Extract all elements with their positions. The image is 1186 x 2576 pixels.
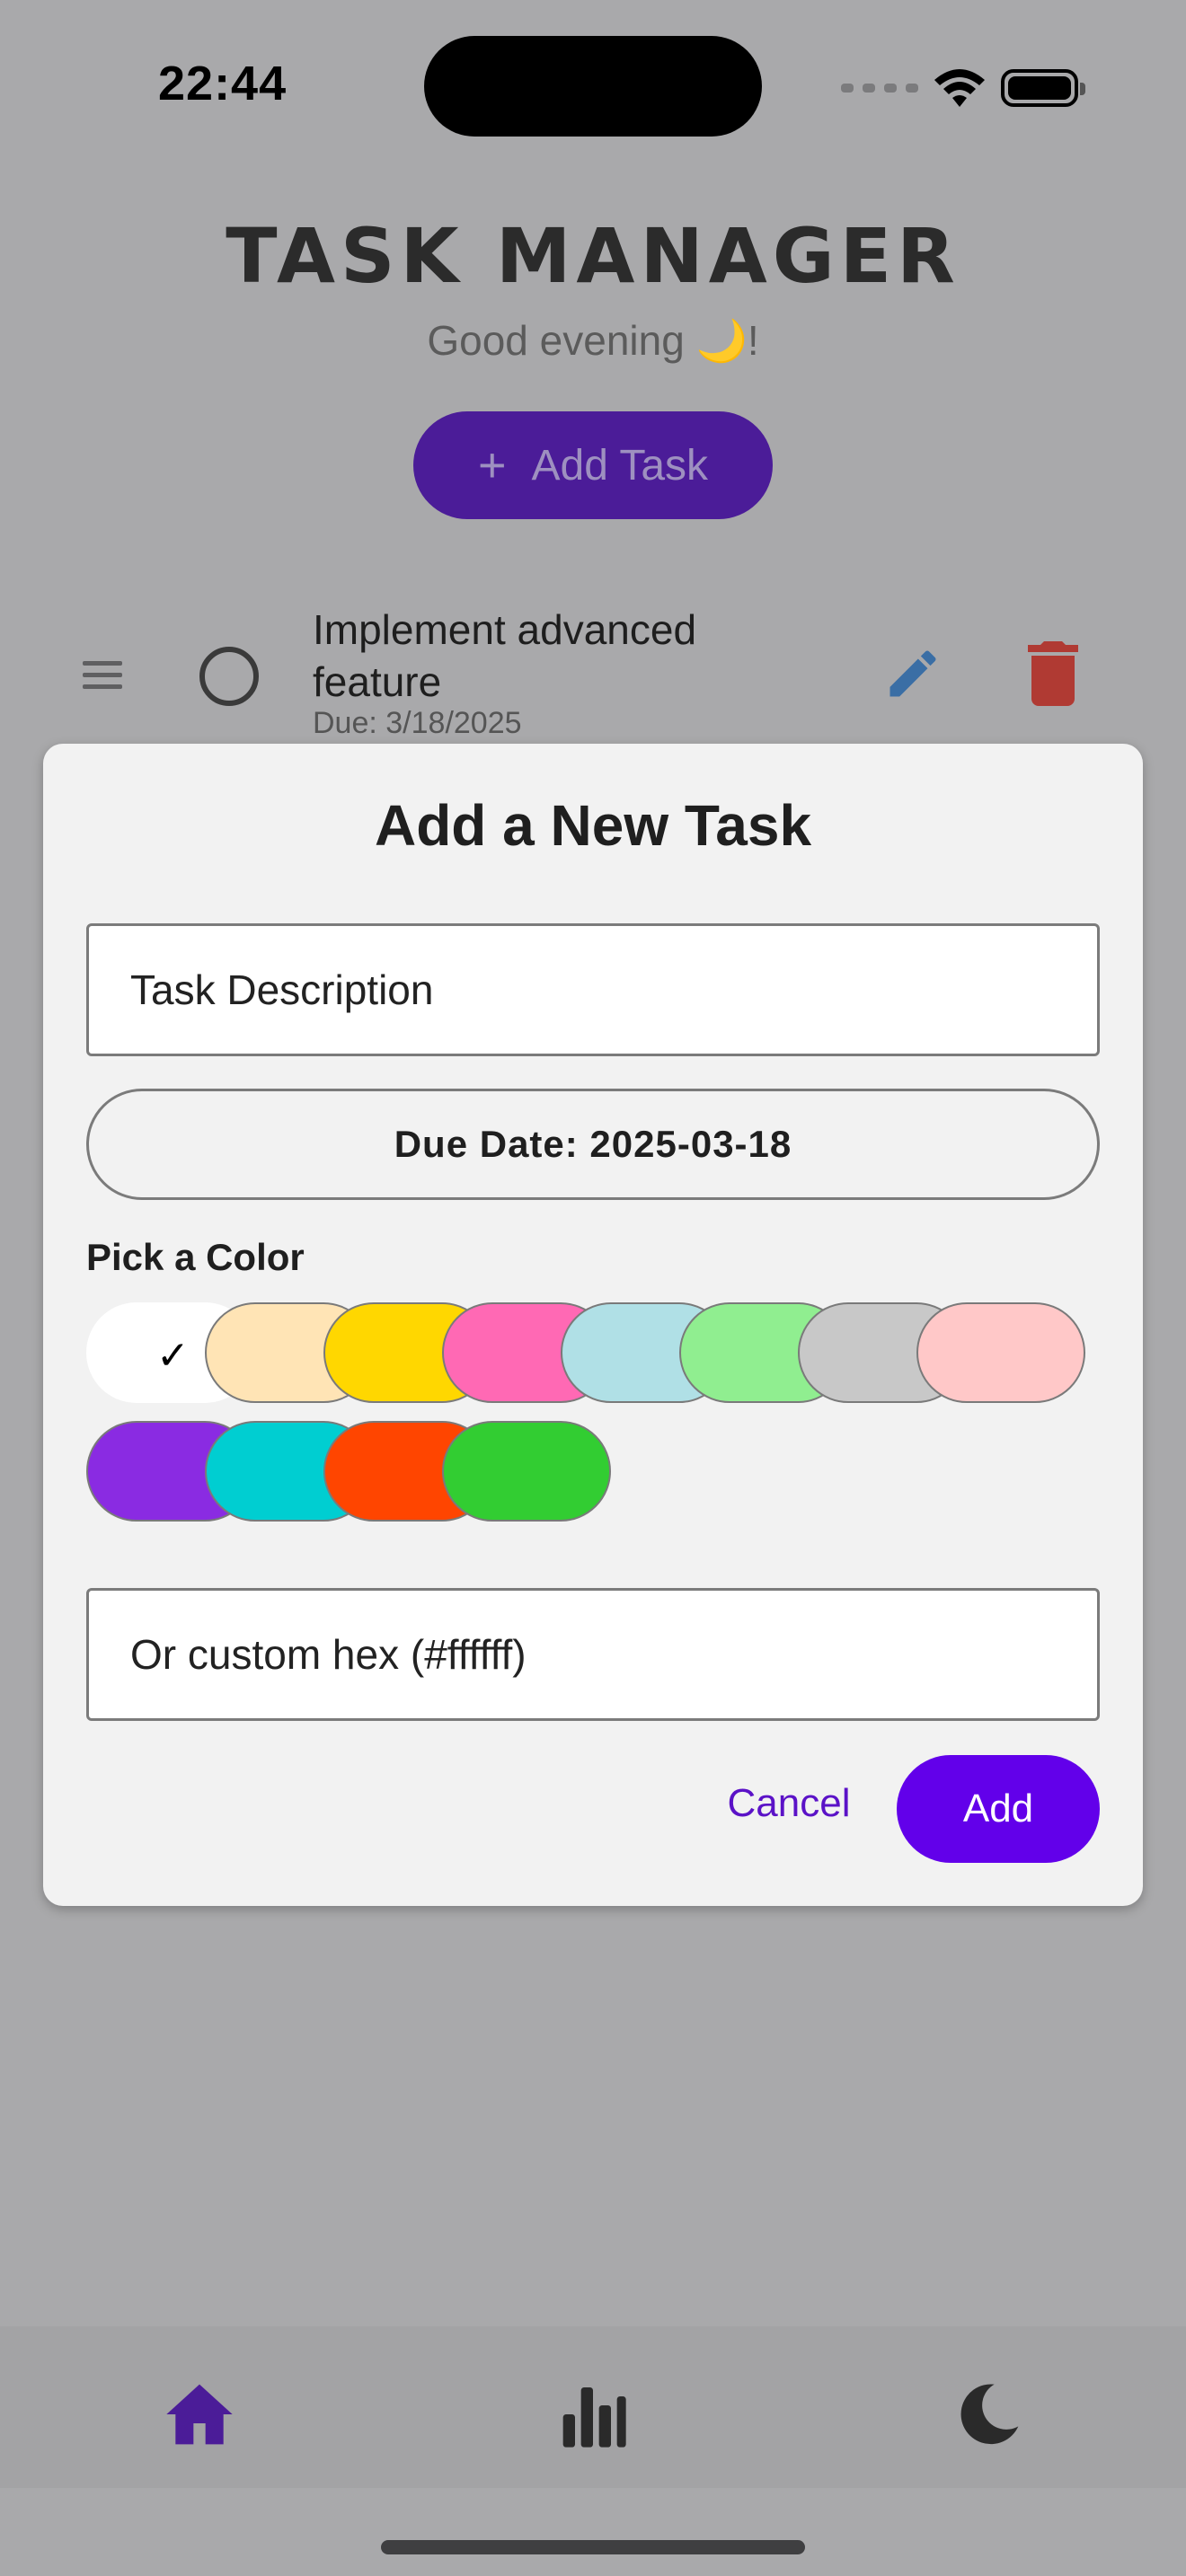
- status-icons: [841, 65, 1085, 111]
- add-button[interactable]: Add: [897, 1755, 1100, 1863]
- edit-icon[interactable]: [882, 643, 943, 704]
- bottom-navigation: [0, 2326, 1186, 2488]
- add-task-label: Add Task: [531, 441, 709, 490]
- status-time: 22:44: [158, 57, 288, 110]
- home-icon[interactable]: [164, 2378, 235, 2450]
- add-task-dialog: Add a New Task Due Date: 2025-03-18 Pick…: [43, 744, 1143, 1906]
- dialog-title: Add a New Task: [374, 793, 812, 858]
- battery-icon: [1001, 69, 1085, 107]
- drag-handle-icon[interactable]: [83, 661, 122, 696]
- task-complete-checkbox[interactable]: [199, 647, 259, 706]
- cellular-signal-icon: [841, 84, 918, 93]
- color-swatch[interactable]: [916, 1302, 1085, 1403]
- color-swatches: ✓: [86, 1302, 1111, 1527]
- dynamic-island: [424, 36, 762, 137]
- greeting-text: Good evening 🌙!: [427, 317, 759, 364]
- dark-mode-icon[interactable]: [952, 2378, 1024, 2450]
- task-description-input[interactable]: [86, 923, 1100, 1056]
- app-title: TASK MANAGER: [226, 212, 960, 300]
- add-task-button[interactable]: + Add Task: [413, 411, 773, 519]
- cancel-button[interactable]: Cancel: [699, 1764, 879, 1843]
- home-indicator: [381, 2540, 805, 2554]
- plus-icon: +: [477, 438, 507, 492]
- custom-hex-input[interactable]: [86, 1588, 1100, 1721]
- selected-check-icon: ✓: [156, 1333, 190, 1379]
- stats-icon[interactable]: [557, 2378, 629, 2450]
- color-swatch[interactable]: [442, 1421, 611, 1522]
- task-due-date: Due: 3/18/2025: [313, 706, 522, 740]
- wifi-icon: [934, 69, 985, 107]
- color-picker-label: Pick a Color: [86, 1236, 305, 1278]
- delete-icon[interactable]: [1028, 641, 1078, 706]
- due-date-button[interactable]: Due Date: 2025-03-18: [86, 1089, 1100, 1200]
- task-title: Implement advanced feature: [313, 606, 697, 705]
- task-row[interactable]: Implement advanced feature Due: 3/18/202…: [0, 593, 1186, 754]
